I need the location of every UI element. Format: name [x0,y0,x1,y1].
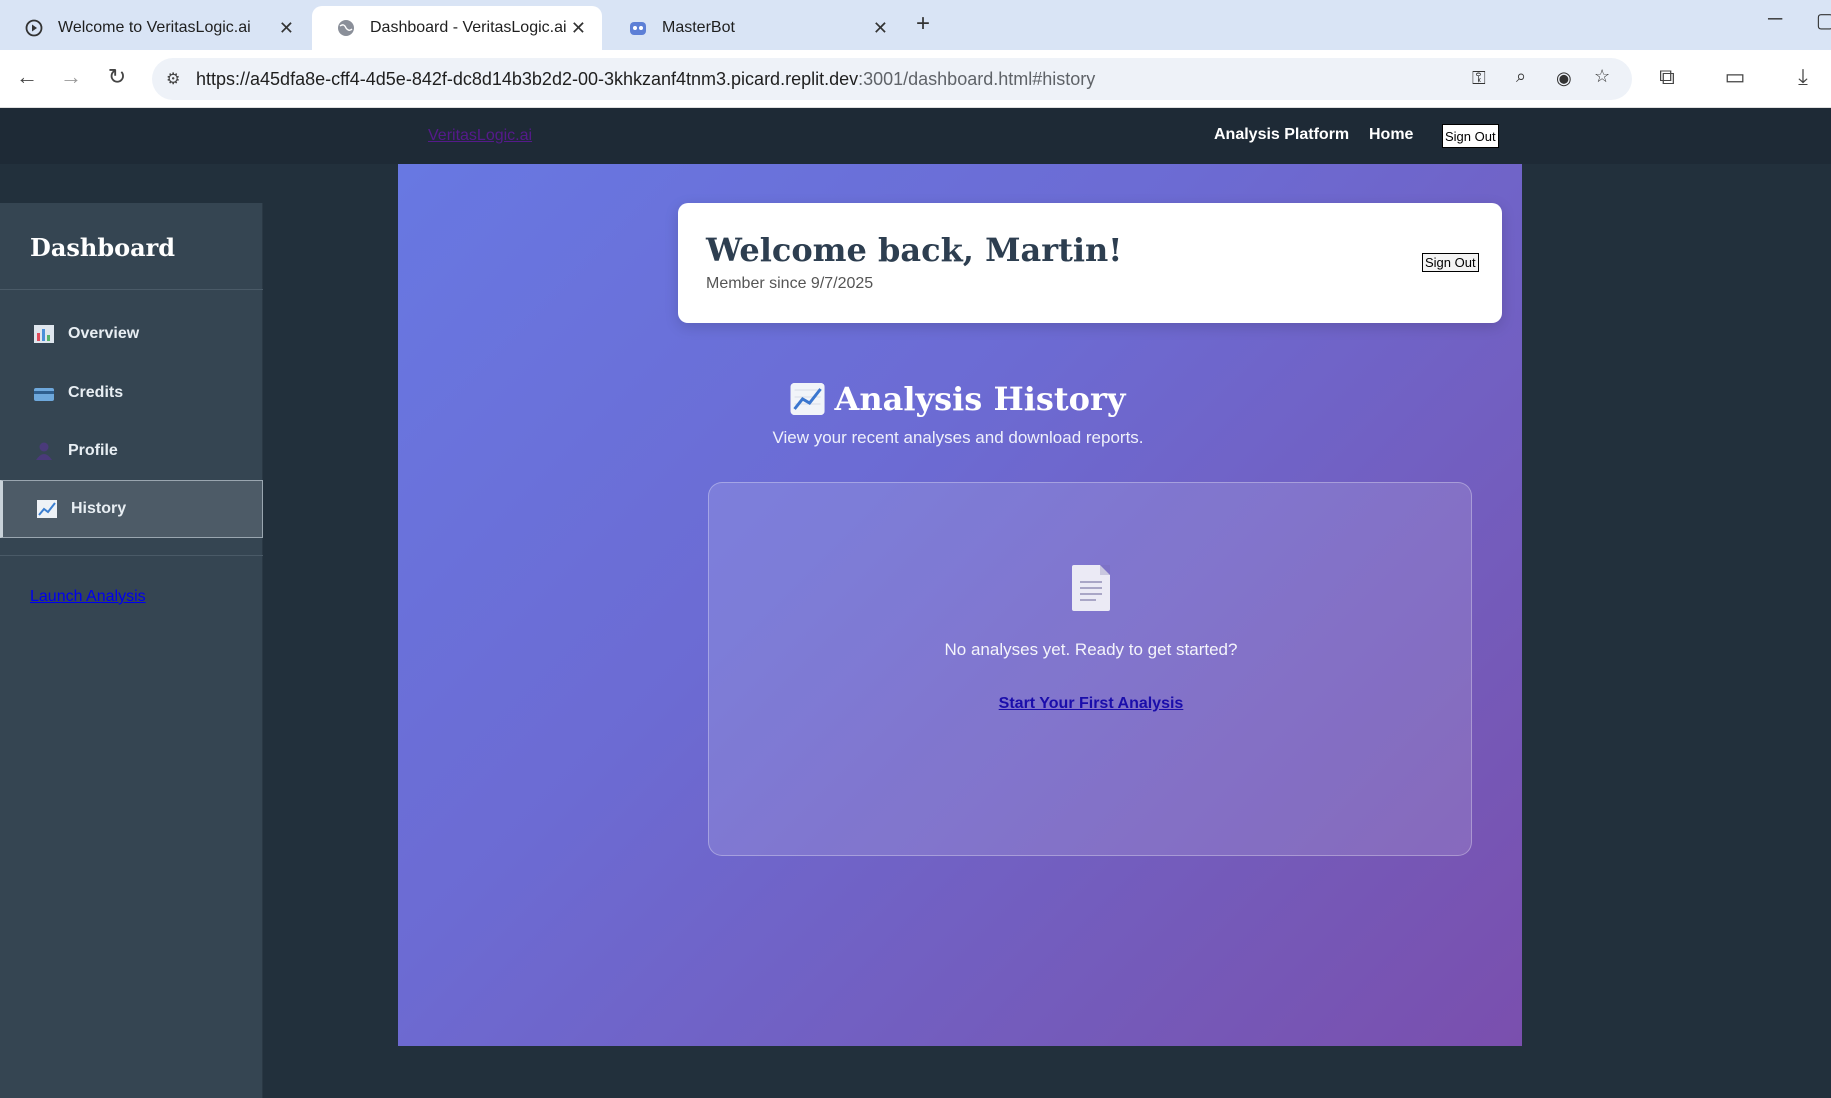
download-icon[interactable]: ⤓ [1788,64,1818,90]
sidebar-item-history[interactable]: History [0,480,263,538]
extensions-icon[interactable]: ⧉ [1652,64,1682,90]
history-heading: Analysis History [790,380,1126,418]
card-signout-button[interactable]: Sign Out [1422,253,1479,272]
reload-icon[interactable]: ↻ [102,64,132,90]
header-signout-button[interactable]: Sign Out [1442,124,1499,148]
sidebar-item-label: Profile [68,442,118,459]
start-first-analysis-link[interactable]: Start Your First Analysis [709,695,1473,713]
circle-play-icon [24,18,44,38]
key-icon[interactable]: ⚿ [1472,68,1486,89]
sidebar-item-profile[interactable]: Profile [0,422,263,480]
person-icon [34,442,54,460]
nav-home[interactable]: Home [1369,126,1413,144]
tab-title: Dashboard - VeritasLogic.ai [370,19,567,36]
address-bar[interactable]: ⚙ https://a45dfa8e-cff4-4d5e-842f-dc8d14… [152,58,1632,100]
browser-tab-bar: Welcome to VeritasLogic.ai ✕ Dashboard -… [0,0,1831,50]
back-icon[interactable]: ← [12,64,42,90]
bar-chart-icon [34,325,54,343]
nav-analysis-platform[interactable]: Analysis Platform [1214,126,1349,144]
tab-title: Welcome to VeritasLogic.ai [58,19,251,36]
tab-search-icon[interactable]: ▭ [1720,64,1750,90]
sidebar-item-label: History [71,500,127,517]
forward-icon[interactable]: → [56,64,86,90]
browser-toolbar: ← → ↻ ⚙ https://a45dfa8e-cff4-4d5e-842f-… [0,50,1831,108]
member-since: Member since 9/7/2025 [706,275,874,292]
tab-masterbot[interactable]: MasterBot ✕ [604,6,904,50]
welcome-card: Welcome back, Martin! Member since 9/7/2… [678,203,1502,323]
sidebar-title: Dashboard [30,233,176,262]
close-tab-icon[interactable]: ✕ [279,18,294,39]
star-icon[interactable]: ☆ [1594,66,1610,87]
robot-icon [628,18,648,38]
tab-dashboard[interactable]: Dashboard - VeritasLogic.ai ✕ [312,6,602,50]
sidebar-divider [0,289,263,290]
site-info-icon[interactable]: ⚙ [166,69,180,89]
close-tab-icon[interactable]: ✕ [873,18,888,39]
close-tab-icon[interactable]: ✕ [571,18,586,39]
sidebar-item-credits[interactable]: Credits [0,364,263,422]
maximize-icon[interactable]: ▢ [1816,8,1831,33]
tab-title: MasterBot [662,19,735,36]
history-subtitle: View your recent analyses and download r… [772,428,1144,447]
document-icon [1072,565,1110,611]
sidebar-divider [0,555,263,556]
brand-link[interactable]: VeritasLogic.ai [428,127,532,145]
credit-card-icon [34,384,54,402]
site-header: VeritasLogic.ai Analysis Platform Home S… [0,108,1831,164]
new-tab-icon[interactable]: + [916,10,930,38]
url-text: https://a45dfa8e-cff4-4d5e-842f-dc8d14b3… [196,69,1096,89]
empty-state-card: No analyses yet. Ready to get started? S… [708,482,1472,856]
trend-chart-icon [37,500,57,518]
empty-state-text: No analyses yet. Ready to get started? [944,640,1238,659]
welcome-title: Welcome back, Martin! [706,231,1123,269]
minimize-icon[interactable]: ─ [1768,8,1782,31]
sidebar-item-label: Credits [68,384,124,401]
tab-welcome[interactable]: Welcome to VeritasLogic.ai ✕ [0,6,310,50]
trend-chart-icon [790,383,825,415]
sidebar-item-label: Overview [68,325,140,342]
globe-icon [336,18,356,38]
zoom-icon[interactable]: ⌕ [1516,66,1526,87]
sidebar: Dashboard Overview Credits Profile Histo… [0,203,263,1098]
launch-analysis-link[interactable]: Launch Analysis [30,588,146,606]
sidebar-item-overview[interactable]: Overview [0,305,263,363]
history-title: Analysis History [834,380,1126,418]
main-panel: Welcome back, Martin! Member since 9/7/2… [398,164,1522,1046]
eye-off-icon[interactable]: ◉ [1556,68,1572,89]
